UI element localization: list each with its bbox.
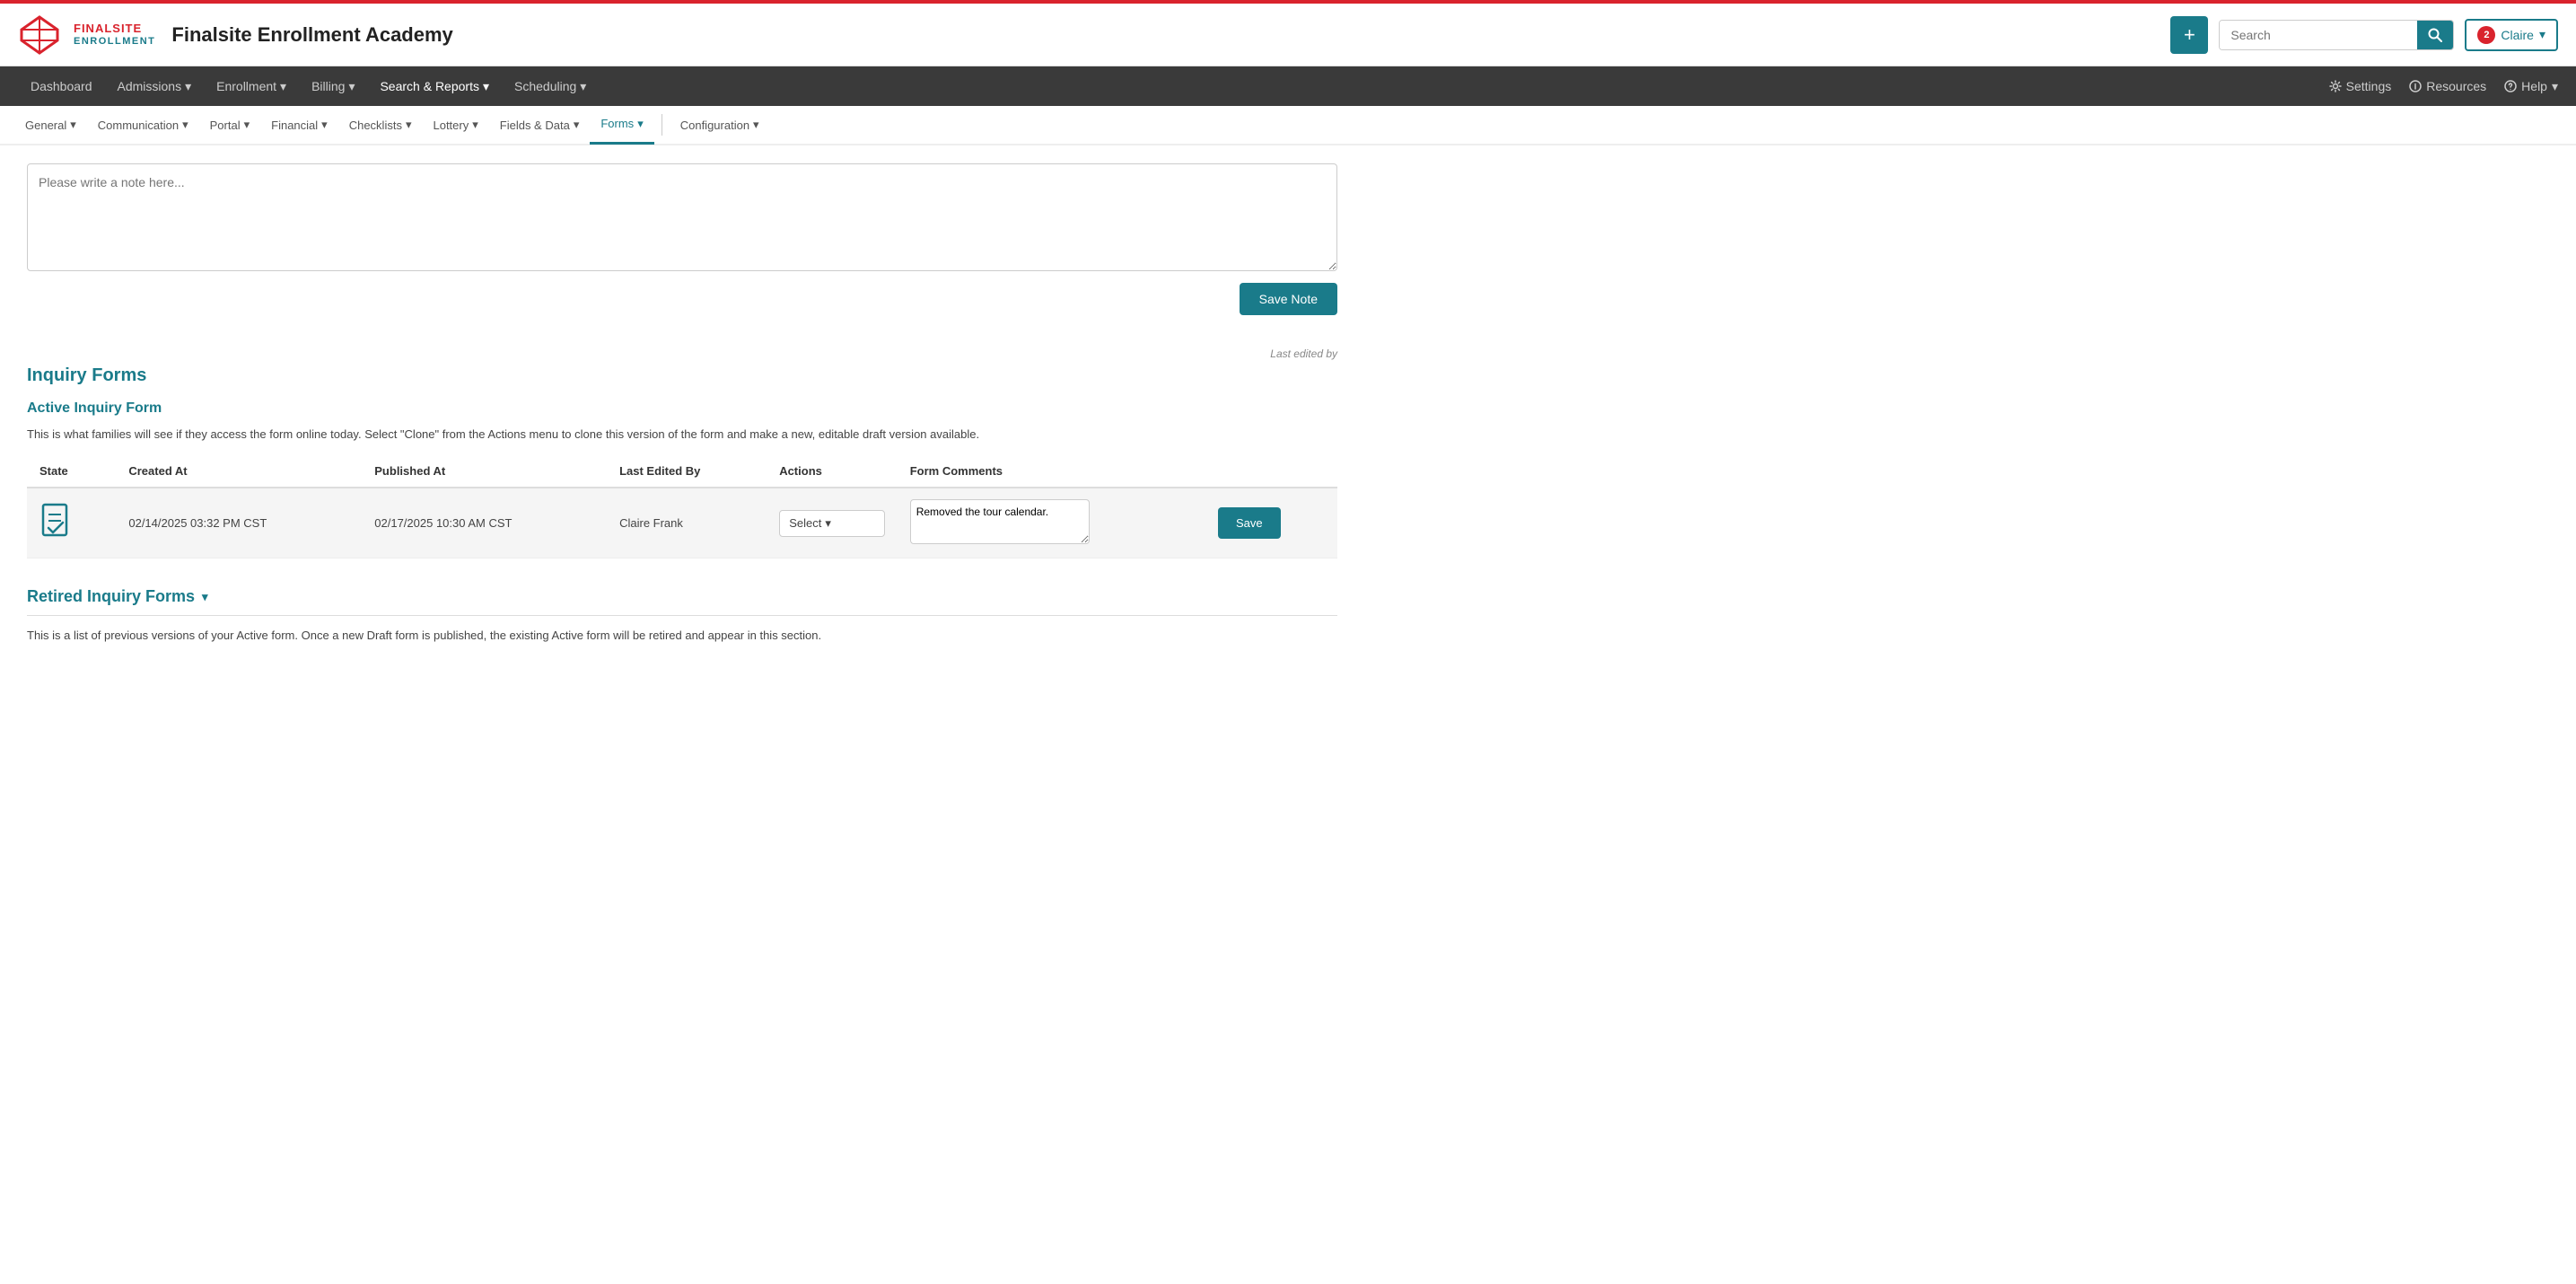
- user-name: Claire: [2501, 28, 2534, 42]
- table-row: 02/14/2025 03:32 PM CST 02/17/2025 10:30…: [27, 488, 1337, 558]
- chevron-down-icon: ▾: [70, 118, 76, 132]
- save-row-button[interactable]: Save: [1218, 507, 1281, 539]
- col-save: [1205, 455, 1337, 488]
- chevron-down-icon: ▾: [244, 118, 250, 132]
- nav-item-admissions[interactable]: Admissions ▾: [105, 66, 205, 106]
- company-brand: FINALSITE ENROLLMENT: [74, 22, 155, 46]
- col-published-at: Published At: [362, 455, 607, 488]
- retired-chevron-icon: ▾: [202, 590, 208, 604]
- subnav-lottery[interactable]: Lottery ▾: [422, 105, 488, 145]
- search-input[interactable]: [2220, 21, 2417, 49]
- chevron-down-icon: ▾: [825, 516, 831, 531]
- note-textarea[interactable]: [27, 163, 1337, 271]
- table-header-row: State Created At Published At Last Edite…: [27, 455, 1337, 488]
- subnav-portal[interactable]: Portal ▾: [199, 105, 261, 145]
- chevron-down-icon: ▾: [637, 117, 644, 131]
- chevron-down-icon: ▾: [580, 79, 586, 94]
- gear-icon: [2329, 80, 2342, 92]
- main-nav: Dashboard Admissions ▾ Enrollment ▾ Bill…: [0, 66, 2576, 106]
- inquiry-forms-table: State Created At Published At Last Edite…: [27, 455, 1337, 558]
- subnav-forms[interactable]: Forms ▾: [590, 105, 653, 145]
- header: FINALSITE ENROLLMENT Finalsite Enrollmen…: [0, 4, 2576, 66]
- add-button[interactable]: +: [2170, 16, 2208, 54]
- user-chevron-icon: ▾: [2539, 27, 2545, 42]
- app-title: Finalsite Enrollment Academy: [171, 23, 452, 47]
- resources-nav-item[interactable]: Resources: [2409, 79, 2486, 93]
- search-button[interactable]: [2417, 21, 2453, 49]
- chevron-down-icon: ▾: [321, 118, 328, 132]
- col-last-edited-by: Last Edited By: [607, 455, 767, 488]
- chevron-down-icon: ▾: [2552, 79, 2558, 94]
- subnav-communication[interactable]: Communication ▾: [87, 105, 199, 145]
- col-form-comments: Form Comments: [898, 455, 1205, 488]
- subnav-configuration[interactable]: Configuration ▾: [670, 105, 770, 145]
- notification-badge: 2: [2477, 26, 2495, 44]
- help-icon: [2504, 80, 2517, 92]
- logo-area: FINALSITE ENROLLMENT Finalsite Enrollmen…: [18, 13, 453, 57]
- retired-divider: [27, 615, 1337, 616]
- cell-state: [27, 488, 116, 558]
- subnav-financial[interactable]: Financial ▾: [260, 105, 338, 145]
- form-comment-input[interactable]: Removed the tour calendar.: [910, 499, 1090, 544]
- cell-published-at: 02/17/2025 10:30 AM CST: [362, 488, 607, 558]
- settings-nav-item[interactable]: Settings: [2329, 79, 2392, 93]
- chevron-down-icon: ▾: [753, 118, 759, 132]
- inquiry-forms-title: Inquiry Forms: [27, 365, 146, 386]
- main-nav-right: Settings Resources Help ▾: [2329, 79, 2558, 94]
- sub-nav: General ▾ Communication ▾ Portal ▾ Finan…: [0, 106, 2576, 145]
- cell-save: Save: [1205, 488, 1337, 558]
- retired-description: This is a list of previous versions of y…: [27, 629, 1337, 642]
- nav-item-billing[interactable]: Billing ▾: [299, 66, 367, 106]
- user-area[interactable]: 2 Claire ▾: [2465, 19, 2558, 51]
- nav-item-dashboard[interactable]: Dashboard: [18, 66, 105, 106]
- info-icon: [2409, 80, 2422, 92]
- actions-select[interactable]: Select ▾: [779, 510, 885, 537]
- form-check-icon: [39, 503, 74, 541]
- retired-inquiry-forms-toggle[interactable]: Retired Inquiry Forms ▾: [27, 587, 1337, 606]
- last-edited-text: Last edited by: [1270, 347, 1337, 360]
- chevron-down-icon: ▾: [472, 118, 478, 132]
- chevron-down-icon: ▾: [185, 79, 191, 94]
- main-content: Save Note Inquiry Forms Last edited by A…: [0, 145, 1364, 660]
- chevron-down-icon: ▾: [574, 118, 580, 132]
- col-actions: Actions: [767, 455, 898, 488]
- save-note-row: Save Note: [27, 283, 1337, 315]
- retired-inquiry-forms-label: Retired Inquiry Forms: [27, 587, 195, 606]
- chevron-down-icon: ▾: [348, 79, 355, 94]
- chevron-down-icon: ▾: [182, 118, 188, 132]
- subnav-general[interactable]: General ▾: [14, 105, 87, 145]
- help-nav-item[interactable]: Help ▾: [2504, 79, 2558, 94]
- active-inquiry-form-title: Active Inquiry Form: [27, 400, 1337, 417]
- inquiry-forms-header-row: Inquiry Forms Last edited by: [27, 340, 1337, 388]
- search-box: [2219, 20, 2454, 50]
- header-right: + 2 Claire ▾: [2170, 16, 2558, 54]
- col-created-at: Created At: [116, 455, 362, 488]
- cell-last-edited-by: Claire Frank: [607, 488, 767, 558]
- nav-item-search-reports[interactable]: Search & Reports ▾: [367, 66, 502, 106]
- chevron-down-icon: ▾: [406, 118, 412, 132]
- subnav-fields-data[interactable]: Fields & Data ▾: [489, 105, 591, 145]
- finalsite-logo: [18, 13, 61, 57]
- cell-created-at: 02/14/2025 03:32 PM CST: [116, 488, 362, 558]
- active-form-description: This is what families will see if they a…: [27, 427, 1337, 441]
- cell-form-comments: Removed the tour calendar.: [898, 488, 1205, 558]
- col-state: State: [27, 455, 116, 488]
- save-note-button[interactable]: Save Note: [1240, 283, 1337, 315]
- chevron-down-icon: ▾: [483, 79, 489, 94]
- nav-item-scheduling[interactable]: Scheduling ▾: [502, 66, 599, 106]
- cell-actions: Select ▾: [767, 488, 898, 558]
- chevron-down-icon: ▾: [280, 79, 286, 94]
- subnav-checklists[interactable]: Checklists ▾: [338, 105, 423, 145]
- nav-item-enrollment[interactable]: Enrollment ▾: [204, 66, 299, 106]
- search-icon: [2428, 28, 2442, 42]
